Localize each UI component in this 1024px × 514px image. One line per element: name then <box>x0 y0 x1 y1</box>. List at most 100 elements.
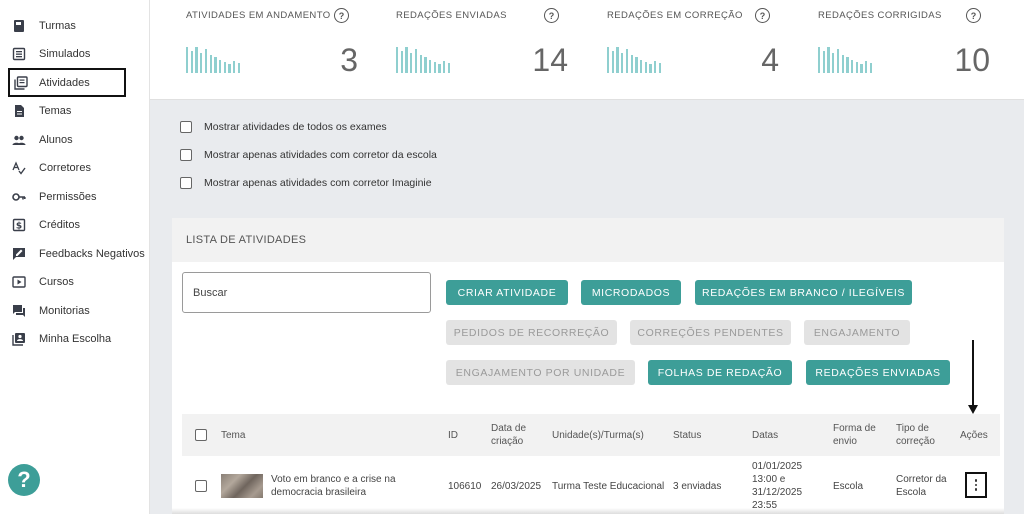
sparkline <box>396 47 466 73</box>
col-datas[interactable]: Datas <box>752 429 778 442</box>
sidebar-item-alunos[interactable]: Alunos <box>0 126 150 154</box>
correcoes-pendentes-button[interactable]: CORREÇÕES PENDENTES <box>630 320 791 345</box>
cell-status: 3 enviadas <box>673 481 722 492</box>
checkbox[interactable] <box>180 149 192 161</box>
sparkline-bar <box>218 60 222 73</box>
cell-datas: 01/01/2025 13:00 e 31/12/2025 23:55 <box>752 460 802 512</box>
sidebar-item-monitorias[interactable]: Monitorias <box>0 297 150 325</box>
sidebar-item-turmas[interactable]: Turmas <box>0 12 150 40</box>
sparkline-bar <box>438 64 441 73</box>
help-circle-icon[interactable]: ? <box>755 8 770 23</box>
sidebar-item-label: Permissões <box>39 191 97 203</box>
sparkline-bar <box>865 61 868 73</box>
help-circle-icon[interactable]: ? <box>334 8 349 23</box>
panel-title: LISTA DE ATIVIDADES <box>172 218 1004 262</box>
folhas-de-redacao-button[interactable]: FOLHAS DE REDAÇÃO <box>648 360 792 385</box>
sparkline-bar <box>654 61 657 73</box>
col-forma-envio-line2: envio <box>833 436 857 447</box>
filter-label: Mostrar apenas atividades com corretor d… <box>204 149 437 161</box>
cell-tema-line1: Voto em branco e a crise na <box>271 474 396 485</box>
help-button[interactable]: ? <box>8 464 40 496</box>
sparkline-bar <box>424 57 427 73</box>
video-icon <box>12 275 26 289</box>
feedback-icon <box>12 247 26 261</box>
sidebar-item-label: Corretores <box>39 162 91 174</box>
cell-datas-line3: 31/12/2025 <box>752 487 803 498</box>
cell-tema[interactable]: Voto em branco e a crise na democracia b… <box>271 473 396 499</box>
select-all-checkbox[interactable] <box>195 429 207 441</box>
sparkline-bar <box>186 47 189 73</box>
cell-datas-line1: 01/01/2025 <box>752 461 803 472</box>
sparkline <box>818 47 888 73</box>
help-circle-icon[interactable]: ? <box>544 8 559 23</box>
sparkline-bar <box>644 62 647 73</box>
sparkline-bar <box>223 62 226 73</box>
sparkline-bar <box>607 47 610 73</box>
row-checkbox[interactable] <box>195 480 207 492</box>
sparkline-bar <box>214 57 217 73</box>
filter-corretor-imaginie[interactable]: Mostrar apenas atividades com corretor I… <box>180 176 432 190</box>
redacoes-enviadas-button[interactable]: REDAÇÕES ENVIADAS <box>806 360 950 385</box>
sparkline-bar <box>400 51 404 73</box>
col-data-criacao-line2: criação <box>491 436 524 447</box>
criar-atividade-button[interactable]: CRIAR ATIVIDADE <box>446 280 568 305</box>
col-unidade-turma[interactable]: Unidade(s)/Turma(s) <box>552 429 644 442</box>
table-header: Tema ID Data de criação Unidade(s)/Turma… <box>182 414 1000 456</box>
sidebar-item-simulados[interactable]: Simulados <box>0 40 150 68</box>
more-vert-dot <box>974 483 978 487</box>
dollar-icon: $ <box>12 218 26 232</box>
col-tipo-correcao-line2: correção <box>896 436 935 447</box>
col-acoes: Ações <box>960 430 988 441</box>
sparkline-bar <box>200 53 203 73</box>
sparkline-bar <box>841 55 844 73</box>
col-data-criacao[interactable]: Data de criação <box>491 422 526 448</box>
sparkline <box>607 47 677 73</box>
col-tema[interactable]: Tema <box>221 429 245 442</box>
spellcheck-icon <box>12 161 26 175</box>
engajamento-por-unidade-button[interactable]: ENGAJAMENTO POR UNIDADE <box>446 360 635 385</box>
stat-value: 10 <box>954 42 990 78</box>
sparkline-bar <box>433 62 436 73</box>
sparkline-bar <box>630 55 633 73</box>
col-id[interactable]: ID <box>448 429 458 442</box>
pedidos-de-recorrecao-button[interactable]: PEDIDOS DE RECORREÇÃO <box>446 320 617 345</box>
sparkline-bar <box>635 57 638 73</box>
sidebar-item-corretores[interactable]: Corretores <box>0 154 150 182</box>
sparkline-bar <box>658 63 662 73</box>
svg-text:$: $ <box>16 222 22 232</box>
microdados-button[interactable]: MICRODADOS <box>581 280 681 305</box>
cell-unidade: Turma Teste Educacional <box>552 481 665 492</box>
sidebar-item-cursos[interactable]: Cursos <box>0 268 150 296</box>
redacoes-em-branco-button[interactable]: REDAÇÕES EM BRANCO / ILEGÍVEIS <box>695 280 912 305</box>
sidebar-item-temas[interactable]: Temas <box>0 97 150 125</box>
checkbox[interactable] <box>180 121 192 133</box>
sparkline-bar <box>869 63 873 73</box>
sparkline-bar <box>616 47 619 73</box>
cell-datas-line2: 13:00 e <box>752 474 786 485</box>
key-icon <box>12 190 26 204</box>
table-row[interactable]: Voto em branco e a crise na democracia b… <box>182 456 1000 514</box>
sidebar-item-atividades[interactable]: Atividades <box>8 68 126 97</box>
row-actions-button[interactable] <box>965 472 987 498</box>
sidebar-item-label: Simulados <box>39 48 91 60</box>
engajamento-button[interactable]: ENGAJAMENTO <box>804 320 910 345</box>
checkbox[interactable] <box>180 177 192 189</box>
col-status[interactable]: Status <box>673 429 701 442</box>
sidebar-item-creditos[interactable]: $ Créditos <box>0 211 150 239</box>
sparkline-bar <box>625 49 629 73</box>
col-tipo-correcao[interactable]: Tipo de correção <box>896 422 935 448</box>
sidebar-item-minha-escolha[interactable]: Minha Escolha <box>0 325 150 353</box>
document-icon <box>12 104 26 118</box>
sidebar-item-feedbacks-negativos[interactable]: Feedbacks Negativos <box>0 240 150 268</box>
search-input[interactable] <box>182 272 431 313</box>
filter-todos-exames[interactable]: Mostrar atividades de todos os exames <box>180 120 387 134</box>
sidebar-item-permissoes[interactable]: Permissões <box>0 183 150 211</box>
stat-redacoes-em-correcao: REDAÇÕES EM CORREÇÃO ? 4 <box>607 0 807 100</box>
stats-bar: ATIVIDADES EM ANDAMENTO ? 3 REDAÇÕES ENV… <box>150 0 1024 100</box>
sparkline-bar <box>209 55 212 73</box>
filter-corretor-escola[interactable]: Mostrar apenas atividades com corretor d… <box>180 148 437 162</box>
forum-icon <box>12 304 26 318</box>
help-circle-icon[interactable]: ? <box>966 8 981 23</box>
col-forma-envio[interactable]: Forma de envio <box>833 422 876 448</box>
sparkline-bar <box>850 60 854 73</box>
